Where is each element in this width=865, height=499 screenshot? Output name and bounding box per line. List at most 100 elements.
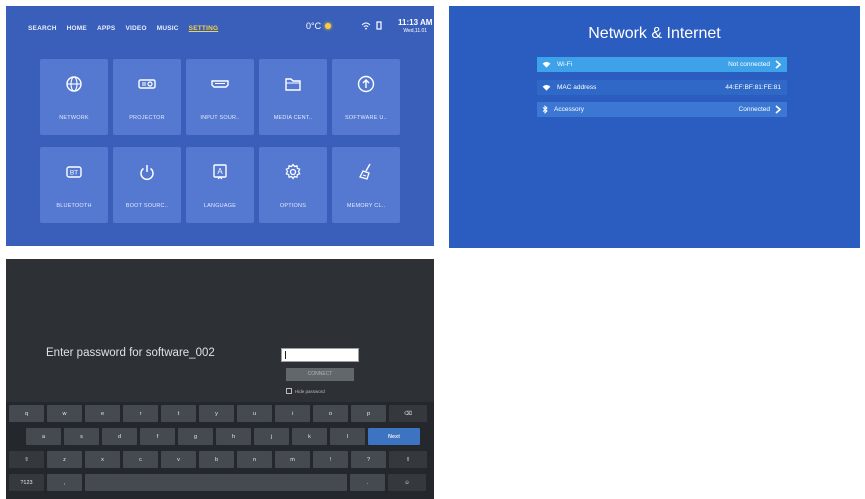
tile-label: BLUETOOTH xyxy=(56,203,92,209)
keyboard-row-1: q w e r t y u i o p ⌫ xyxy=(6,405,434,422)
sun-icon xyxy=(325,23,332,29)
tile-language[interactable]: A LANGUAGE xyxy=(186,147,254,223)
tile-input-source[interactable]: INPUT SOUR.. xyxy=(186,59,254,135)
tile-projector[interactable]: PROJECTOR xyxy=(113,59,181,135)
folder-icon xyxy=(285,78,301,91)
space-bar[interactable] xyxy=(85,474,347,491)
key-period[interactable]: . xyxy=(350,474,385,491)
key-g[interactable]: g xyxy=(178,428,213,445)
wifi-row[interactable]: Wi-Fi Not connected xyxy=(537,57,787,72)
key-t[interactable]: t xyxy=(161,405,196,422)
nav-apps[interactable]: APPS xyxy=(97,25,116,32)
key-d[interactable]: d xyxy=(102,428,137,445)
key-f[interactable]: f xyxy=(140,428,175,445)
hide-password-checkbox[interactable] xyxy=(286,388,292,394)
shift-left-key[interactable]: ⇧ xyxy=(9,451,44,468)
key-m[interactable]: m xyxy=(275,451,310,468)
wifi-icon xyxy=(542,61,551,68)
row-value: Not connected xyxy=(728,61,770,68)
key-o[interactable]: o xyxy=(313,405,348,422)
tile-label: LANGUAGE xyxy=(203,203,237,209)
settings-home-panel: SEARCH HOME APPS VIDEO MUSIC SETTING 0°C… xyxy=(6,6,434,246)
tile-memory-cleaner[interactable]: MEMORY CL.. xyxy=(332,147,400,223)
key-y[interactable]: y xyxy=(199,405,234,422)
key-p[interactable]: p xyxy=(351,405,386,422)
tile-bluetooth[interactable]: BT BLUETOOTH xyxy=(40,147,108,223)
top-nav: SEARCH HOME APPS VIDEO MUSIC SETTING xyxy=(28,25,218,32)
nav-music[interactable]: MUSIC xyxy=(157,25,179,32)
key-w[interactable]: w xyxy=(47,405,82,422)
tile-label: NETWORK xyxy=(59,115,89,121)
key-s[interactable]: s xyxy=(64,428,99,445)
row-label: MAC address xyxy=(557,84,597,91)
row-value: Connected xyxy=(738,106,770,113)
key-l[interactable]: l xyxy=(330,428,365,445)
tile-network[interactable]: NETWORK xyxy=(40,59,108,135)
key-c[interactable]: c xyxy=(123,451,158,468)
accessory-row[interactable]: Accessory Connected xyxy=(537,102,787,117)
chevron-right-icon xyxy=(775,105,781,114)
nav-setting[interactable]: SETTING xyxy=(189,25,219,32)
network-internet-panel: Network & Internet Wi-Fi Not connected M… xyxy=(449,6,860,248)
hide-password-toggle[interactable]: Hide password xyxy=(286,388,325,394)
nav-home[interactable]: HOME xyxy=(67,25,87,32)
emoji-key[interactable]: ☺ xyxy=(388,474,426,491)
broom-icon xyxy=(359,163,371,180)
svg-text:BT: BT xyxy=(70,170,78,177)
password-prompt: Enter password for software_002 xyxy=(46,347,215,359)
password-input[interactable] xyxy=(281,348,359,362)
hide-password-label: Hide password xyxy=(295,388,325,394)
tile-boot-source[interactable]: BOOT SOURC.. xyxy=(113,147,181,223)
wifi-icon xyxy=(542,84,551,91)
nav-video[interactable]: VIDEO xyxy=(125,25,146,32)
row-label: Wi-Fi xyxy=(557,61,573,68)
next-key[interactable]: Next xyxy=(368,428,420,445)
temperature: 0°C xyxy=(306,21,322,31)
shift-right-key[interactable]: ⇧ xyxy=(389,451,427,468)
clock-time: 11:13 AM xyxy=(398,18,433,27)
key-i[interactable]: i xyxy=(275,405,310,422)
mac-address-row: MAC address 44:EF:BF:81:FE:81 xyxy=(537,80,787,95)
tile-media-center[interactable]: MEDIA CENT.. xyxy=(259,59,327,135)
nav-search[interactable]: SEARCH xyxy=(28,25,57,32)
connect-button[interactable]: CONNECT xyxy=(286,368,354,381)
key-z[interactable]: z xyxy=(47,451,82,468)
hdmi-icon xyxy=(211,80,229,88)
key-comma[interactable]: , xyxy=(47,474,82,491)
key-r[interactable]: r xyxy=(123,405,158,422)
bluetooth-bt-icon: BT xyxy=(66,166,82,178)
key-n[interactable]: n xyxy=(237,451,272,468)
tile-software-update[interactable]: SOFTWARE U.. xyxy=(332,59,400,135)
key-b[interactable]: b xyxy=(199,451,234,468)
key-h[interactable]: h xyxy=(216,428,251,445)
row-label: Accessory xyxy=(554,106,584,113)
chevron-right-icon xyxy=(775,60,781,69)
keyboard-row-3: ⇧ z x c v b n m ! ? ⇧ xyxy=(6,451,434,468)
key-e[interactable]: e xyxy=(85,405,120,422)
key-u[interactable]: u xyxy=(237,405,272,422)
key-j[interactable]: j xyxy=(254,428,289,445)
symbols-key[interactable]: ?123 xyxy=(9,474,44,491)
key-q[interactable]: q xyxy=(9,405,44,422)
tile-label: PROJECTOR xyxy=(129,115,165,121)
tile-label: MEDIA CENT.. xyxy=(273,115,313,121)
status-icons xyxy=(361,21,382,30)
weather-widget: 0°C xyxy=(306,21,332,31)
key-v[interactable]: v xyxy=(161,451,196,468)
upload-arrow-icon xyxy=(357,75,375,93)
clock: 11:13 AM Wed,11.01 xyxy=(398,18,432,36)
tile-options[interactable]: OPTIONS xyxy=(259,147,327,223)
key-a[interactable]: a xyxy=(26,428,61,445)
language-a-icon: A xyxy=(213,164,227,180)
key-k[interactable]: k xyxy=(292,428,327,445)
clock-date: Wed,11.01 xyxy=(403,28,428,34)
password-entry-panel: Enter password for software_002 CONNECT … xyxy=(6,259,434,499)
keyboard-row-2: a s d f g h j k l Next xyxy=(6,428,434,445)
backspace-key[interactable]: ⌫ xyxy=(389,405,427,422)
key-exclamation[interactable]: ! xyxy=(313,451,348,468)
key-question[interactable]: ? xyxy=(351,451,386,468)
wifi-status-icon xyxy=(361,22,371,29)
row-value: 44:EF:BF:81:FE:81 xyxy=(725,84,781,91)
key-x[interactable]: x xyxy=(85,451,120,468)
svg-text:A: A xyxy=(217,167,223,176)
